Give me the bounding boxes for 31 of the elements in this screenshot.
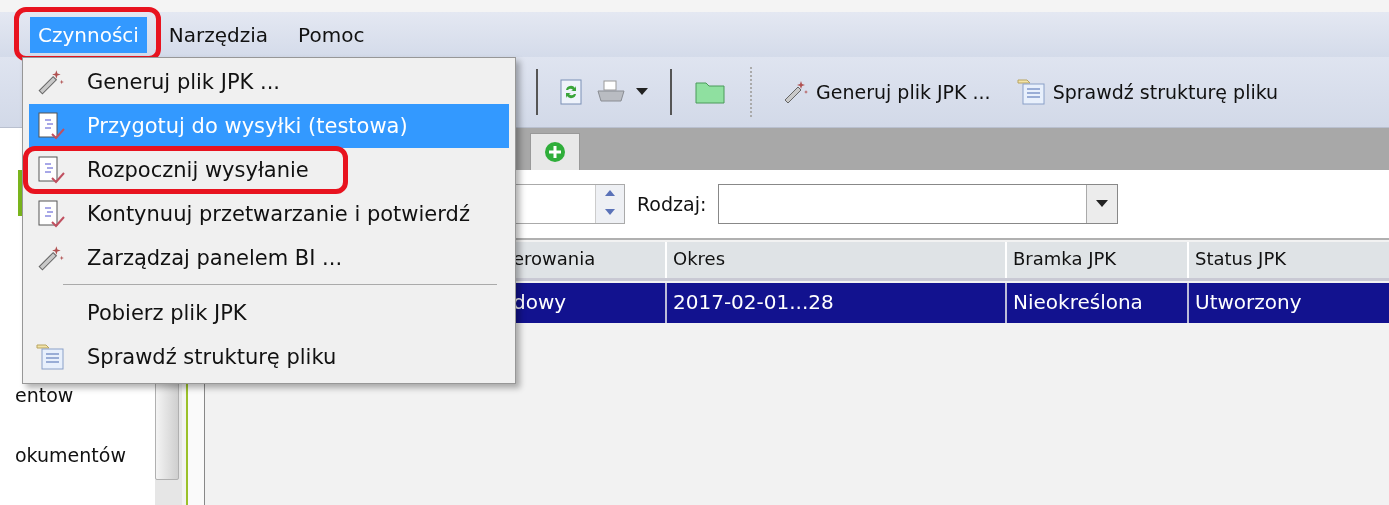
caret-icon[interactable] bbox=[636, 88, 648, 96]
menu-bar-item[interactable]: Narzędzia bbox=[160, 16, 277, 53]
sidebar-item[interactable]: entow bbox=[0, 384, 156, 406]
spin-up-icon[interactable] bbox=[596, 185, 624, 204]
document-icon bbox=[1016, 78, 1047, 106]
plus-icon bbox=[544, 141, 566, 163]
type-dropdown[interactable] bbox=[718, 184, 1119, 224]
document-icon bbox=[36, 342, 66, 372]
document-check-icon bbox=[36, 199, 66, 229]
refresh-icon[interactable] bbox=[560, 79, 582, 105]
column-header[interactable]: Bramka JPK bbox=[1005, 242, 1187, 278]
document-check-icon bbox=[36, 111, 66, 141]
table-cell: 2017-02-01...28 bbox=[665, 283, 1005, 323]
printer-icon[interactable] bbox=[596, 79, 626, 105]
table-cell: Utworzony bbox=[1187, 283, 1389, 323]
menu-item[interactable]: Generuj plik JPK ... bbox=[29, 60, 509, 104]
toolbar-button[interactable]: Generuj plik JPK ... bbox=[776, 74, 997, 110]
menu-item[interactable]: Kontynuuj przetwarzanie i potwierdź bbox=[29, 192, 509, 236]
column-header[interactable]: Okres bbox=[665, 242, 1005, 278]
menu-item[interactable]: Sprawdź strukturę pliku bbox=[29, 335, 509, 379]
document-check-icon bbox=[36, 155, 66, 185]
menu-bar-item[interactable]: Pomoc bbox=[290, 16, 373, 53]
add-tab-button[interactable] bbox=[530, 133, 580, 170]
toolbar-button[interactable]: Sprawdź strukturę pliku bbox=[1010, 74, 1285, 110]
folder-icon[interactable] bbox=[694, 79, 726, 105]
caret-icon bbox=[1096, 200, 1109, 208]
field-label: Rodzaj: bbox=[637, 193, 707, 215]
table-cell: Nieokreślona bbox=[1005, 283, 1187, 323]
sidebar-item[interactable]: okumentów bbox=[0, 444, 156, 466]
column-header[interactable]: Status JPK bbox=[1187, 242, 1389, 278]
spin-down-icon[interactable] bbox=[596, 204, 624, 223]
